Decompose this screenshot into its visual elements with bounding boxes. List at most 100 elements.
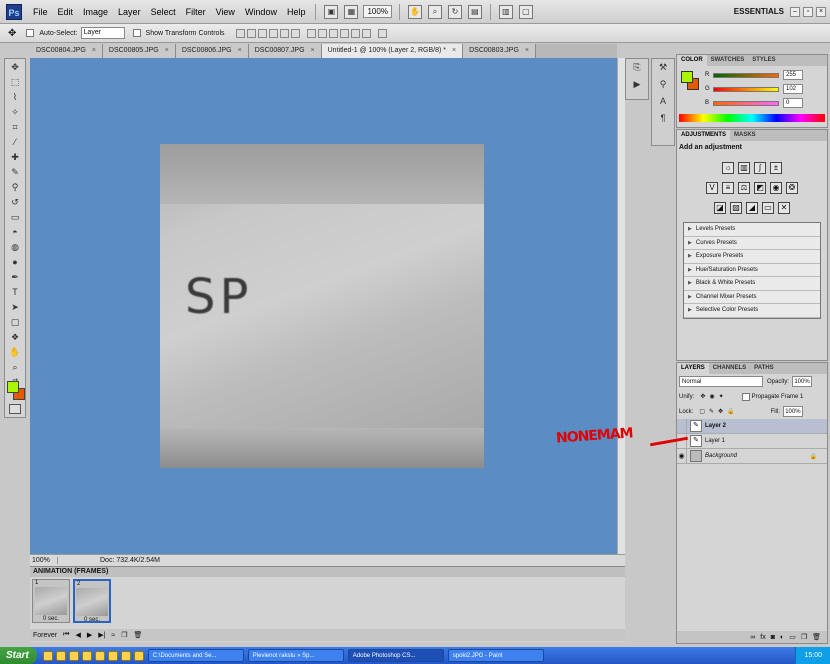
first-frame-icon[interactable]: ⏮ (63, 631, 69, 639)
align-right-icon[interactable] (290, 28, 300, 38)
quick-launch-icon[interactable] (94, 650, 105, 661)
tab-dsc00805[interactable]: DSC00805.JPG × (102, 44, 176, 58)
3d-tool-icon[interactable]: ❖ (6, 330, 24, 344)
close-icon[interactable]: × (525, 44, 529, 58)
history-icon[interactable]: ⎘ (628, 62, 646, 76)
tab-channels[interactable]: CHANNELS (709, 363, 750, 374)
menu-image[interactable]: Image (78, 0, 113, 24)
vibrance-icon[interactable]: V (706, 182, 718, 194)
photo-filter-icon[interactable]: ◉ (770, 182, 782, 194)
tab-swatches[interactable]: SWATCHES (707, 55, 749, 66)
threshold-icon[interactable]: ◢ (746, 202, 758, 214)
lasso-tool-icon[interactable]: ⌇ (6, 90, 24, 104)
align-center-icon[interactable] (279, 28, 289, 38)
distribute-left-icon[interactable] (339, 28, 349, 38)
hue-saturation-icon[interactable]: ≡ (722, 182, 734, 194)
tab-color[interactable]: COLOR (677, 55, 707, 66)
animation-frame-2[interactable]: 2 0 sec. (73, 579, 111, 623)
tab-dsc00803[interactable]: DSC00803.JPG × (463, 44, 537, 58)
workspace-switcher[interactable]: ESSENTIALS (734, 7, 784, 16)
restore-icon[interactable]: ▫ (803, 6, 813, 17)
frame-duration[interactable]: 0 sec. (75, 617, 109, 623)
color-balance-icon[interactable]: ⚖ (738, 182, 750, 194)
quick-launch-icon[interactable] (120, 650, 131, 661)
quick-launch-icon[interactable] (55, 650, 66, 661)
green-value[interactable]: 102 (783, 84, 803, 94)
close-icon[interactable]: × (92, 44, 96, 58)
preset-channel-mixer[interactable]: Channel Mixer Presets (684, 291, 820, 304)
fill-input[interactable]: 100% (782, 406, 803, 417)
selective-color-icon[interactable]: ✕ (778, 202, 790, 214)
align-left-icon[interactable] (268, 28, 278, 38)
blend-mode-select[interactable]: Normal (679, 376, 763, 387)
delete-layer-icon[interactable]: 🗑 (812, 633, 821, 641)
tab-styles[interactable]: STYLES (748, 55, 779, 66)
visibility-icon[interactable] (677, 418, 687, 434)
levels-icon[interactable]: ▥ (738, 162, 750, 174)
taskbar-item-photoshop[interactable]: Adobe Photoshop CS... (347, 649, 444, 662)
lock-pixels-icon[interactable]: ✎ (709, 408, 714, 415)
quick-launch-icon[interactable] (42, 650, 53, 661)
opacity-input[interactable]: 100% (792, 376, 813, 387)
tween-icon[interactable]: ≈ (111, 632, 115, 639)
layer-row[interactable]: ✎ Layer 1 (677, 433, 827, 449)
new-group-icon[interactable]: ▭ (789, 633, 796, 641)
move-tool-icon[interactable]: ✥ (8, 28, 16, 39)
paragraph-icon[interactable]: ¶ (654, 113, 672, 127)
preset-black-white[interactable]: Black & White Presets (684, 277, 820, 291)
taskbar-item-explorer[interactable]: C:\Documents and Se... (147, 649, 244, 662)
close-icon[interactable]: × (165, 44, 169, 58)
taskbar-item-browser[interactable]: Pievienot rakstu » Sp... (247, 649, 344, 662)
play-icon[interactable]: ▶ (87, 631, 92, 639)
align-bottom-icon[interactable] (257, 28, 267, 38)
screen-mode-icon[interactable]: ▢ (518, 4, 533, 19)
ruler-icon[interactable]: ▤ (467, 4, 482, 19)
preset-selective-color[interactable]: Selective Color Presets (684, 304, 820, 318)
tab-masks[interactable]: MASKS (730, 130, 760, 141)
align-top-icon[interactable] (235, 28, 245, 38)
close-icon[interactable]: × (816, 6, 826, 17)
tool-presets-icon[interactable]: ⚒ (654, 62, 672, 76)
color-spectrum[interactable] (679, 114, 825, 122)
document-image[interactable]: SP (160, 144, 484, 468)
adjustment-layer-icon[interactable]: ◐ (780, 634, 784, 641)
marquee-tool-icon[interactable]: ⬚ (6, 75, 24, 89)
tab-untitled-1[interactable]: Untitled-1 @ 100% (Layer 2, RGB/8) * × (321, 44, 464, 58)
clone-stamp-tool-icon[interactable]: ⚲ (6, 180, 24, 194)
delete-frame-icon[interactable]: 🗑 (134, 631, 143, 639)
grid-icon[interactable]: ▦ (344, 4, 359, 19)
add-mask-icon[interactable]: ◙ (771, 634, 775, 641)
preset-hue-saturation[interactable]: Hue/Saturation Presets (684, 264, 820, 277)
auto-align-icon[interactable] (377, 28, 387, 38)
transform-controls-checkbox[interactable] (132, 29, 141, 37)
taskbar-item-paint[interactable]: spoki2.JPG - Paint (447, 649, 544, 662)
unify-position-icon[interactable]: ✥ (700, 393, 705, 400)
red-slider[interactable] (713, 72, 779, 78)
align-middle-icon[interactable] (246, 28, 256, 38)
black-white-icon[interactable]: ◩ (754, 182, 766, 194)
blue-slider[interactable] (713, 100, 779, 106)
paint-bucket-tool-icon[interactable]: ◓ (6, 225, 24, 239)
menu-view[interactable]: View (211, 0, 240, 24)
tab-dsc00804[interactable]: DSC00804.JPG × (30, 44, 103, 58)
brush-tool-icon[interactable]: ✎ (6, 165, 24, 179)
exposure-icon[interactable]: ± (770, 162, 782, 174)
duplicate-frame-icon[interactable]: ❐ (121, 631, 127, 639)
tab-dsc00807[interactable]: DSC00807.JPG × (248, 44, 322, 58)
preset-exposure[interactable]: Exposure Presets (684, 250, 820, 264)
close-icon[interactable]: × (238, 44, 242, 58)
animation-frame-1[interactable]: 1 0 sec. (32, 579, 70, 623)
loop-options[interactable]: Forever (33, 632, 57, 639)
foreground-color-swatch[interactable] (7, 381, 19, 393)
unify-style-icon[interactable]: ✦ (719, 393, 724, 400)
propagate-checkbox[interactable] (741, 392, 750, 401)
frame-duration[interactable]: 0 sec. (33, 616, 69, 622)
previous-frame-icon[interactable]: ◀ (75, 631, 80, 639)
eye-icon[interactable]: ◉ (677, 448, 687, 464)
quick-launch-icon[interactable] (133, 650, 144, 661)
clone-source-icon[interactable]: ⚲ (654, 79, 672, 93)
tab-adjustments[interactable]: ADJUSTMENTS (677, 130, 731, 141)
close-icon[interactable]: × (311, 44, 315, 58)
healing-brush-tool-icon[interactable]: ✚ (6, 150, 24, 164)
preset-levels[interactable]: Levels Presets (684, 223, 820, 237)
